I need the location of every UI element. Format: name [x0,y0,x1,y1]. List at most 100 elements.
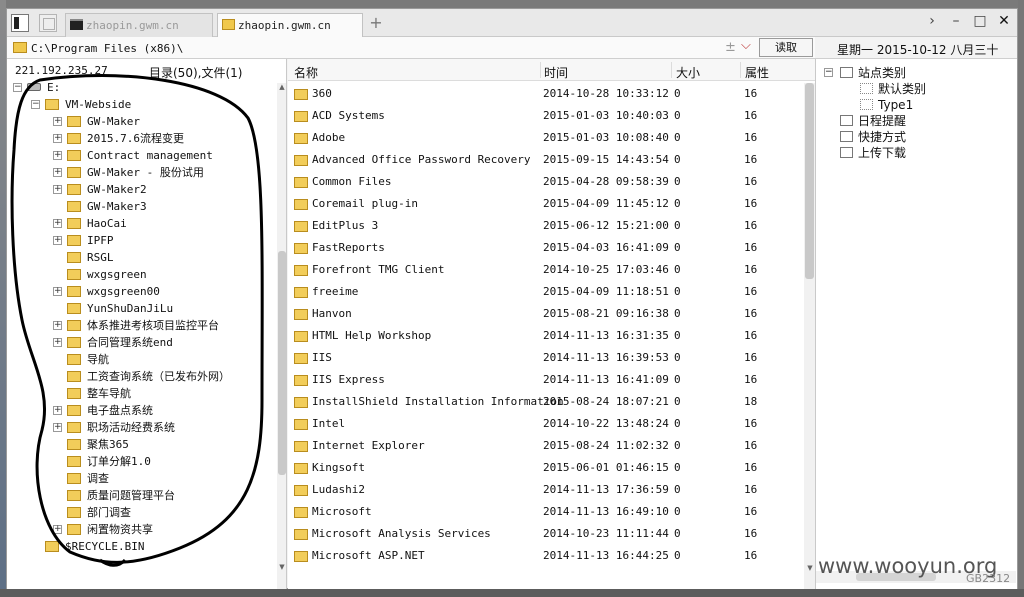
file-row[interactable]: Internet Explorer 2015-08-24 11:02:32 0 16 [288,435,803,457]
tree-item[interactable]: GW-Maker3 [7,198,275,215]
file-row[interactable]: freeime 2015-04-09 11:18:51 0 16 [288,281,803,303]
expand-icon[interactable]: + [53,338,62,347]
file-row[interactable]: ACD Systems 2015-01-03 10:40:03 0 16 [288,105,803,127]
column-time[interactable]: 时间 [544,64,568,81]
expand-icon[interactable]: + [53,185,62,194]
tree-item[interactable]: + Contract management [7,147,275,164]
file-row[interactable]: IIS 2014-11-13 16:39:53 0 16 [288,347,803,369]
file-list-scroll-thumb[interactable] [805,83,814,279]
tree-item[interactable]: 工资查询系统（已发布外网） [7,368,275,385]
tree-item[interactable]: − E: [7,79,275,96]
tab-terminal[interactable]: zhaopin.gwm.cn [65,13,213,37]
tree-item[interactable]: 整车导航 [7,385,275,402]
tree-scroll-thumb[interactable] [278,251,286,475]
tree-item[interactable]: + GW-Maker2 [7,181,275,198]
tree-item[interactable]: + 体系推进考核项目监控平台 [7,317,275,334]
tree-item[interactable]: 导航 [7,351,275,368]
file-row[interactable]: Forefront TMG Client 2014-10-25 17:03:46 0… [288,259,803,281]
tree-item[interactable]: + 闲置物资共享 [7,521,275,538]
expand-icon[interactable]: + [53,219,62,228]
file-row[interactable]: 360 2014-10-28 10:33:12 0 16 [288,83,803,105]
site-tree-item[interactable]: 上传下载 [816,145,1016,161]
chevron-right-icon[interactable]: › [923,13,941,33]
tree-item[interactable]: wxgsgreen [7,266,275,283]
column-divider[interactable] [671,62,672,78]
file-row[interactable]: Adobe 2015-01-03 10:08:40 0 16 [288,127,803,149]
tree-item[interactable]: + 合同管理系统end [7,334,275,351]
minimize-button[interactable]: – [947,13,965,33]
file-row[interactable]: Hanvon 2015-08-21 09:16:38 0 16 [288,303,803,325]
tree-item[interactable]: − VM-Webside [7,96,275,113]
expand-icon[interactable]: + [53,134,62,143]
file-row[interactable]: Kingsoft 2015-06-01 01:46:15 0 16 [288,457,803,479]
file-list-scrollbar[interactable]: ▼ [804,83,815,590]
tree-item[interactable]: + wxgsgreen00 [7,283,275,300]
close-button[interactable]: ✕ [995,13,1013,33]
read-button[interactable]: 读取 [759,38,813,57]
column-attr[interactable]: 属性 [745,64,769,81]
new-window-button[interactable] [39,14,57,32]
tree-item[interactable]: 部门调查 [7,504,275,521]
file-row[interactable]: Advanced Office Password Recovery 2015-09… [288,149,803,171]
tree-item[interactable]: 调查 [7,470,275,487]
path-input[interactable]: C:\Program Files (x86)\ [31,42,183,55]
tree-item[interactable]: YunShuDanJiLu [7,300,275,317]
file-row[interactable]: Ludashi2 2014-11-13 17:36:59 0 16 [288,479,803,501]
scroll-down-icon[interactable]: ▼ [277,563,286,573]
site-tree-item[interactable]: 日程提醒 [816,113,1016,129]
expand-icon[interactable]: + [53,423,62,432]
file-row[interactable]: Microsoft ASP.NET 2014-11-13 16:44:25 0 16 [288,545,803,567]
column-name[interactable]: 名称 [294,64,318,81]
add-tab-button[interactable]: + [367,13,385,33]
tree-item[interactable]: RSGL [7,249,275,266]
tree-item[interactable]: + 职场活动经费系统 [7,419,275,436]
tree-item[interactable]: 聚焦365 [7,436,275,453]
expand-icon[interactable]: + [53,321,62,330]
file-row[interactable]: HTML Help Workshop 2014-11-13 16:31:35 0 16 [288,325,803,347]
file-row[interactable]: InstallShield Installation Information 20… [288,391,803,413]
tree-item[interactable]: + HaoCai [7,215,275,232]
expand-icon[interactable]: + [53,236,62,245]
site-tree-item[interactable]: Type1 [816,97,1016,113]
file-row[interactable]: IIS Express 2014-11-13 16:41:09 0 16 [288,369,803,391]
file-row[interactable]: Common Files 2015-04-28 09:58:39 0 16 [288,171,803,193]
file-row[interactable]: Intel 2014-10-22 13:48:24 0 16 [288,413,803,435]
site-tree-item[interactable]: − 站点类别 [816,65,1016,81]
scroll-down-icon[interactable]: ▼ [805,564,815,574]
file-time: 2015-08-21 09:16:38 [543,307,669,320]
chevron-down-icon[interactable]: ⌵ [741,38,751,53]
plus-minus-icon[interactable]: ± [725,40,736,55]
site-tree-item[interactable]: 默认类别 [816,81,1016,97]
tree-item[interactable]: $RECYCLE.BIN [7,538,275,555]
expand-icon[interactable]: + [53,406,62,415]
scroll-up-icon[interactable]: ▲ [277,83,286,93]
column-size[interactable]: 大小 [676,64,700,81]
tree-item[interactable]: + GW-Maker - 股份试用 [7,164,275,181]
expand-icon[interactable]: + [53,287,62,296]
expand-icon[interactable]: + [53,168,62,177]
site-tree-item[interactable]: 快捷方式 [816,129,1016,145]
file-row[interactable]: Microsoft 2014-11-13 16:49:10 0 16 [288,501,803,523]
tree-item[interactable]: + 电子盘点系统 [7,402,275,419]
tree-item[interactable]: + GW-Maker [7,113,275,130]
file-row[interactable]: Microsoft Analysis Services 2014-10-23 11… [288,523,803,545]
column-divider[interactable] [540,62,541,78]
file-row[interactable]: FastReports 2015-04-03 16:41:09 0 16 [288,237,803,259]
maximize-button[interactable]: □ [971,13,989,33]
tree-item[interactable]: 订单分解1.0 [7,453,275,470]
collapse-icon[interactable]: − [31,100,40,109]
file-row[interactable]: EditPlus 3 2015-06-12 15:21:00 0 16 [288,215,803,237]
collapse-icon[interactable]: − [13,83,22,92]
expand-icon[interactable]: + [53,525,62,534]
tree-item[interactable]: +2015.7.6流程变更 [7,130,275,147]
expand-icon[interactable]: + [53,151,62,160]
tree-item[interactable]: + IPFP [7,232,275,249]
panel-toggle-button[interactable] [11,14,29,32]
column-divider[interactable] [740,62,741,78]
tree-scrollbar[interactable]: ▲ ▼ [277,83,286,590]
file-row[interactable]: Coremail plug-in 2015-04-09 11:45:12 0 16 [288,193,803,215]
tab-file-manager[interactable]: zhaopin.gwm.cn [217,13,363,37]
expand-icon[interactable]: + [53,117,62,126]
collapse-icon[interactable]: − [824,68,833,77]
tree-item[interactable]: 质量问题管理平台 [7,487,275,504]
